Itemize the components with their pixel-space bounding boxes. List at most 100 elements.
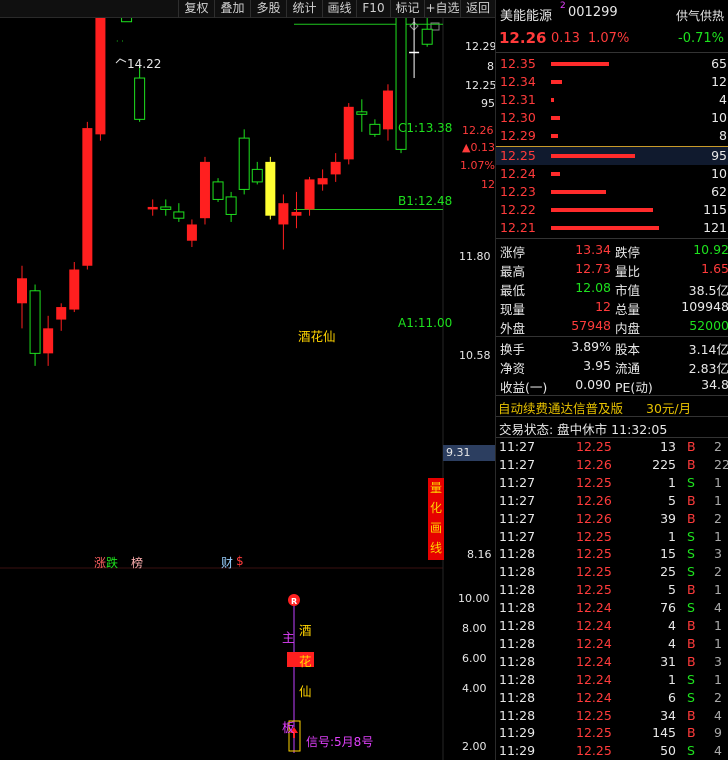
promo-banner[interactable]: 自动续费通达信普及版 30元/月 — [496, 396, 728, 416]
candle-body — [317, 178, 328, 185]
toolbar-button[interactable]: 标记 — [390, 0, 424, 18]
bid-row[interactable]: 12.24 10 — [496, 165, 728, 183]
candle[interactable] — [421, 18, 433, 47]
tick-row[interactable]: 11:28 12.25 25 S 2 — [496, 563, 728, 581]
toolbar-button[interactable]: 复权 — [178, 0, 214, 18]
candle[interactable] — [43, 315, 54, 366]
quant-draw-button[interactable]: 量 化 画 线 — [428, 478, 444, 560]
candle[interactable] — [382, 84, 393, 141]
tick-side: B — [687, 439, 696, 454]
marker-dollar[interactable]: $ — [236, 554, 244, 568]
candle[interactable] — [291, 191, 302, 229]
candle[interactable] — [82, 121, 93, 270]
candle[interactable] — [356, 99, 368, 132]
divider — [496, 52, 728, 53]
tick-time: 11:29 — [499, 743, 536, 759]
candle[interactable] — [173, 203, 185, 222]
stat-label: 收益(一) — [500, 380, 548, 395]
candle[interactable] — [265, 156, 276, 220]
bid-row[interactable]: 12.22 115 — [496, 201, 728, 219]
toolbar-button[interactable]: F10 — [356, 0, 390, 18]
tick-row[interactable]: 11:28 12.24 4 B 1 — [496, 617, 728, 635]
tick-volume: 4 — [668, 635, 676, 651]
ask-row[interactable]: 12.34 12 — [496, 73, 728, 91]
candle[interactable] — [134, 65, 146, 122]
signal-date-label: 信号:5月8号 — [306, 735, 374, 749]
tick-price: 12.26 — [576, 456, 612, 472]
tick-row[interactable]: 11:28 12.25 15 S 3 — [496, 545, 728, 563]
candle[interactable] — [186, 219, 197, 247]
candle[interactable] — [199, 156, 210, 225]
ask-row[interactable]: 12.31 4 — [496, 91, 728, 109]
toolbar-button[interactable]: 画线 — [322, 0, 356, 18]
candle[interactable] — [95, 18, 106, 141]
ask-price: 12.30 — [500, 110, 536, 125]
candle[interactable] — [56, 303, 67, 331]
tick-row[interactable]: 11:28 12.24 6 S 2 — [496, 689, 728, 707]
tick-side: S — [687, 564, 695, 580]
sector-tag[interactable]: 供气供热 — [676, 7, 724, 24]
candle[interactable] — [29, 284, 41, 366]
marker-zhang[interactable]: 涨 — [94, 554, 106, 571]
line-label-c1: C1:13.38 — [398, 121, 453, 135]
ask-row[interactable]: 12.29 8 — [496, 127, 728, 145]
tick-row[interactable]: 11:29 12.25 145 B 9 — [496, 724, 728, 742]
marker-cai[interactable]: 财 — [221, 554, 233, 571]
marker-bang[interactable]: 榜 — [131, 554, 143, 571]
tick-row[interactable]: 11:27 12.25 1 S 1 — [496, 474, 728, 492]
toolbar-button[interactable]: +自选 — [424, 0, 460, 18]
toolbar-button[interactable]: 叠加 — [214, 0, 250, 18]
toolbar-button[interactable]: 统计 — [286, 0, 322, 18]
candle[interactable] — [225, 191, 237, 222]
tick-row[interactable]: 11:27 12.25 1 S 1 — [496, 528, 728, 546]
candle[interactable] — [278, 194, 289, 250]
stat-value: 109948 — [681, 299, 728, 314]
candle[interactable] — [160, 199, 172, 216]
candle[interactable] — [369, 119, 381, 137]
tick-row[interactable]: 11:28 12.24 31 B 3 — [496, 653, 728, 671]
stat-row: 涨停 13.34 跌停 10.92 — [496, 241, 728, 260]
stat-label: 最低 — [500, 283, 526, 298]
quote-stats: 涨停 13.34 跌停 10.92 最高 12.73 量比 1.65 最低 12.08 市值 38.5… — [496, 241, 728, 336]
bid-row[interactable]: 12.23 62 — [496, 183, 728, 201]
tick-row[interactable]: 11:28 12.24 4 B 1 — [496, 635, 728, 653]
toolbar-button[interactable]: 返回 — [460, 0, 495, 18]
candle-body — [173, 211, 185, 219]
candle-body — [29, 290, 41, 354]
ask-row[interactable]: 12.30 10 — [496, 109, 728, 127]
candle[interactable] — [69, 262, 80, 313]
tick-row[interactable]: 11:27 12.25 13 B 2 — [496, 438, 728, 456]
ask-row[interactable]: 12.35 65 — [496, 55, 728, 73]
bid-price: 12.21 — [500, 220, 536, 235]
candle[interactable] — [212, 178, 224, 202]
candle[interactable] — [17, 265, 27, 329]
marker-die[interactable]: 跌 — [106, 554, 118, 571]
candle[interactable] — [251, 161, 263, 185]
candle[interactable] — [238, 129, 250, 195]
candle[interactable] — [330, 153, 341, 182]
tick-row[interactable]: 11:28 12.24 1 S 1 — [496, 671, 728, 689]
tick-row[interactable]: 11:28 12.25 5 B 1 — [496, 581, 728, 599]
tick-side: S — [687, 671, 695, 687]
tick-row[interactable]: 11:27 12.26 39 B 2 — [496, 510, 728, 528]
bid-volume: 115 — [703, 202, 727, 217]
tick-row[interactable]: 11:29 12.25 50 S 4 — [496, 742, 728, 760]
tick-row[interactable]: 11:28 12.24 76 S 4 — [496, 599, 728, 617]
bid-row[interactable]: 12.21 121 — [496, 219, 728, 237]
kline-chart[interactable]: · · R 12.29 8 12.25 95 12.26 ▲0.13 1.07% … — [0, 18, 497, 760]
candle[interactable] — [147, 199, 158, 216]
chart-toolbar: 复权 叠加 多股 统计 画线 F10 标记 +自选 返回 — [0, 0, 495, 18]
tick-row[interactable]: 11:27 12.26 225 B 22 — [496, 456, 728, 474]
bid-row[interactable]: 12.25 95 — [496, 147, 728, 165]
candle[interactable] — [121, 18, 133, 23]
candle[interactable] — [343, 103, 354, 165]
tick-price: 12.25 — [576, 439, 612, 454]
candle[interactable] — [317, 169, 328, 191]
toolbar-button[interactable]: 多股 — [250, 0, 286, 18]
tick-row[interactable]: 11:27 12.26 5 B 1 — [496, 492, 728, 510]
stat-value: 10.92 — [693, 242, 728, 257]
candle-body — [409, 51, 420, 54]
price-axis-label: 8 — [487, 60, 494, 73]
tick-list[interactable]: 11:27 12.25 13 B 2 11:27 12.26 225 B 22 11:27 12.25… — [496, 438, 728, 760]
tick-row[interactable]: 11:28 12.25 34 B 4 — [496, 707, 728, 725]
